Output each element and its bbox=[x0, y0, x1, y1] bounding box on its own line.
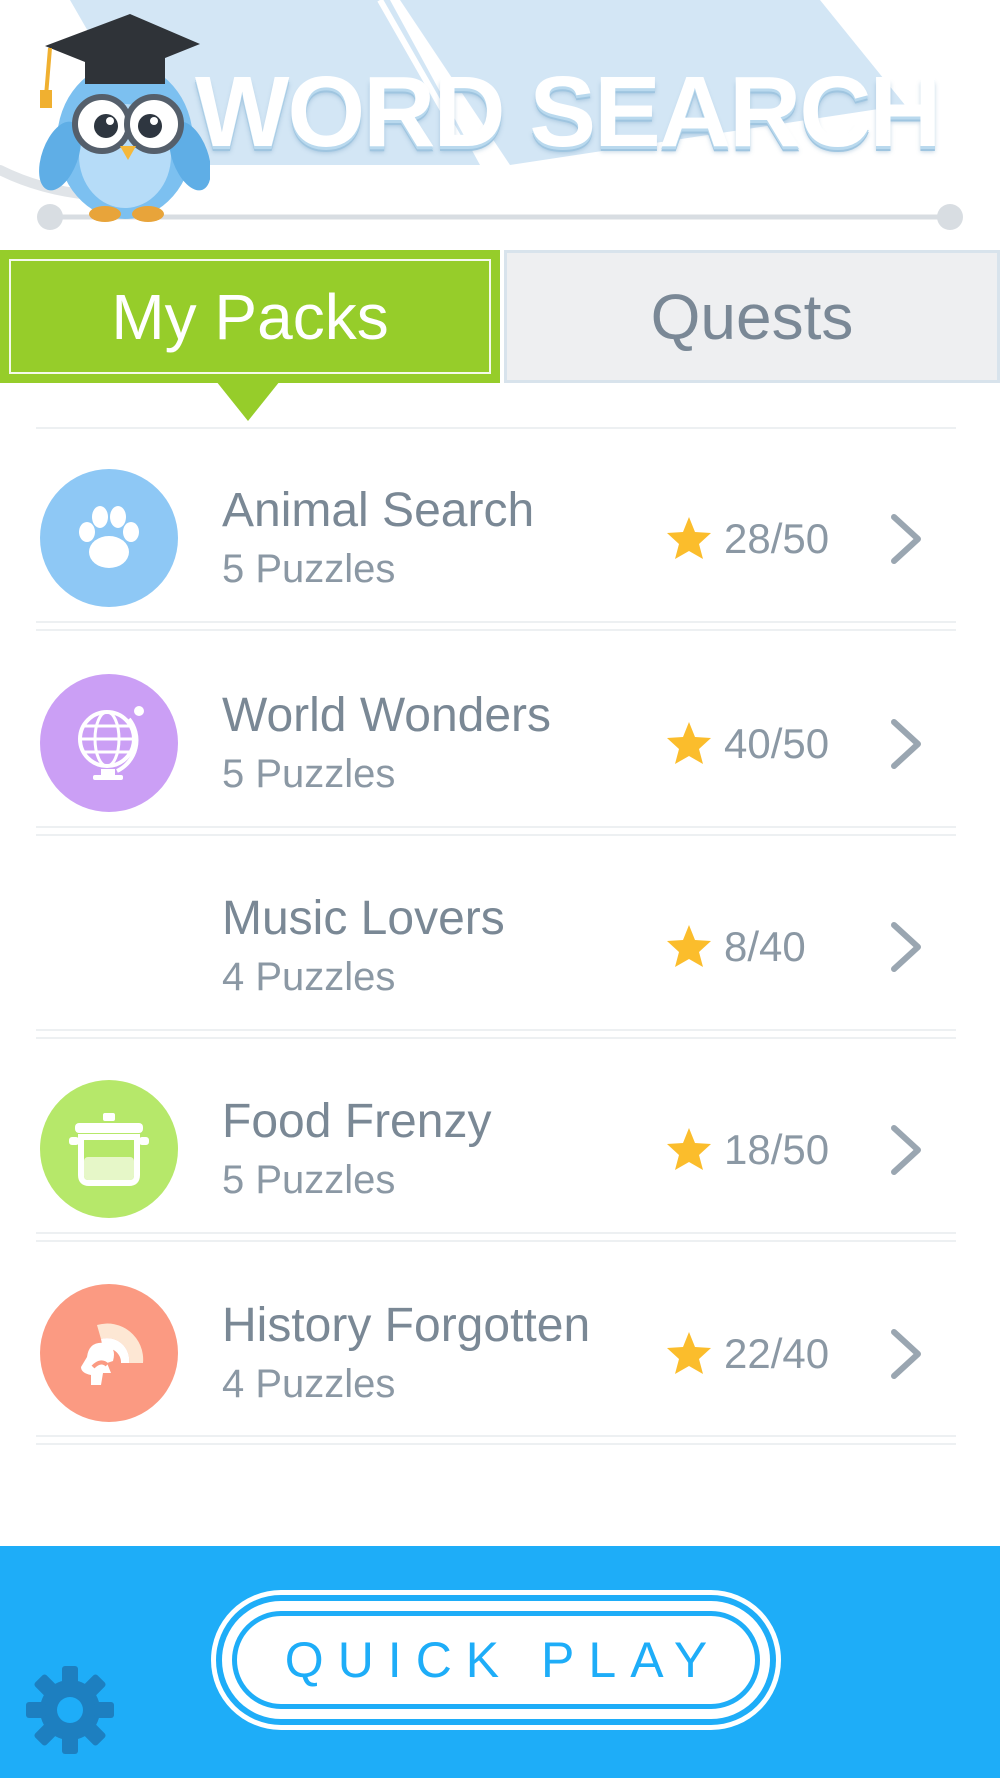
pack-icon-circle bbox=[40, 1080, 178, 1218]
pack-name: Food Frenzy bbox=[222, 1095, 492, 1148]
selected-tab-pointer bbox=[216, 381, 280, 421]
tab-quests[interactable]: Quests bbox=[504, 250, 1000, 383]
star-icon bbox=[667, 925, 711, 967]
gear-icon[interactable] bbox=[22, 1662, 118, 1758]
row-divider bbox=[36, 1443, 956, 1445]
pack-row-world-wonders[interactable]: World Wonders 5 Puzzles 40/50 bbox=[0, 644, 1000, 842]
row-divider bbox=[36, 1029, 956, 1031]
pack-row-history-forgotten[interactable]: History Forgotten 4 Puzzles 22/40 bbox=[0, 1254, 1000, 1452]
row-divider bbox=[36, 621, 956, 623]
pack-name: History Forgotten bbox=[222, 1299, 591, 1352]
pack-icon-circle bbox=[40, 674, 178, 812]
row-divider bbox=[36, 629, 956, 631]
star-icon bbox=[667, 1332, 711, 1374]
globe-icon bbox=[78, 706, 144, 780]
app-header: WORD SEARCH bbox=[0, 0, 1000, 245]
pack-puzzle-count: 5 Puzzles bbox=[222, 752, 396, 796]
tab-my-packs[interactable]: My Packs bbox=[0, 250, 500, 383]
pack-icon-circle bbox=[40, 1284, 178, 1422]
paw-icon bbox=[79, 506, 139, 568]
pack-row-music-lovers[interactable]: Music Lovers 4 Puzzles 8/40 bbox=[0, 847, 1000, 1045]
pack-icon-circle bbox=[40, 469, 178, 607]
pack-row-food-frenzy[interactable]: Food Frenzy 5 Puzzles 18/50 bbox=[0, 1050, 1000, 1248]
pack-star-score: 28/50 bbox=[724, 515, 830, 562]
tab-bar: My Packs Quests bbox=[0, 250, 1000, 421]
pack-name: Animal Search bbox=[222, 484, 535, 537]
star-icon bbox=[667, 1128, 711, 1170]
chevron-right-icon bbox=[891, 1125, 921, 1175]
pack-name: Music Lovers bbox=[222, 892, 505, 945]
chevron-right-icon bbox=[891, 514, 921, 564]
owl-mascot-icon bbox=[39, 14, 210, 222]
pack-star-score: 22/40 bbox=[724, 1330, 830, 1377]
row-divider bbox=[36, 1037, 956, 1039]
pack-icon-circle bbox=[40, 877, 178, 1015]
pack-puzzle-count: 5 Puzzles bbox=[222, 547, 396, 591]
pack-star-score: 40/50 bbox=[724, 720, 830, 767]
bottom-bar: QUICK PLAY bbox=[0, 1546, 1000, 1778]
row-divider bbox=[36, 1232, 956, 1234]
helmet-icon bbox=[81, 1323, 144, 1385]
pack-star-score: 18/50 bbox=[724, 1126, 830, 1173]
row-divider bbox=[36, 427, 956, 429]
row-divider bbox=[36, 1240, 956, 1242]
star-icon bbox=[667, 517, 711, 559]
chevron-right-icon bbox=[891, 1329, 921, 1379]
row-divider bbox=[36, 834, 956, 836]
row-divider bbox=[36, 826, 956, 828]
chevron-right-icon bbox=[891, 922, 921, 972]
pack-star-score: 8/40 bbox=[724, 923, 806, 970]
quick-play-label: QUICK PLAY bbox=[284, 1632, 722, 1688]
tab-my-packs-label: My Packs bbox=[111, 280, 389, 353]
pot-icon bbox=[69, 1113, 149, 1186]
quick-play-inner-ring: QUICK PLAY bbox=[232, 1611, 760, 1709]
pack-puzzle-count: 4 Puzzles bbox=[222, 1362, 396, 1406]
pack-puzzle-count: 5 Puzzles bbox=[222, 1158, 396, 1202]
app-title: WORD SEARCH bbox=[195, 56, 942, 168]
star-icon bbox=[667, 722, 711, 764]
pack-row-animal-search[interactable]: Animal Search 5 Puzzles 28/50 bbox=[0, 439, 1000, 637]
tab-quests-label: Quests bbox=[650, 280, 854, 353]
row-divider bbox=[36, 1435, 956, 1437]
chevron-right-icon bbox=[891, 719, 921, 769]
pack-name: World Wonders bbox=[222, 689, 552, 742]
pack-puzzle-count: 4 Puzzles bbox=[222, 955, 396, 999]
music-icon bbox=[76, 904, 144, 990]
quick-play-button[interactable]: QUICK PLAY bbox=[222, 1601, 770, 1719]
